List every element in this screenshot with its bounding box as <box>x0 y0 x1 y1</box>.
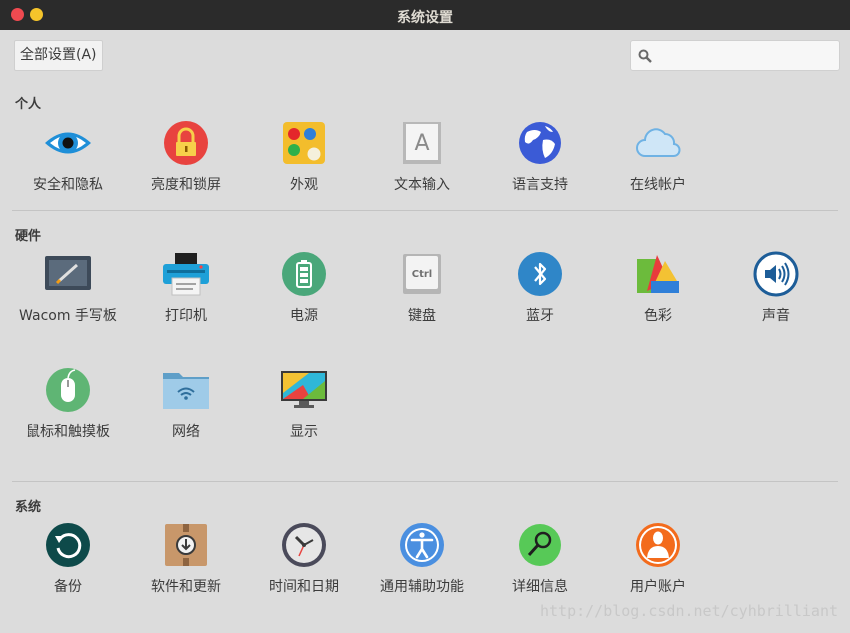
item-displays[interactable]: 显示 <box>249 367 359 444</box>
item-label: 在线帐户 <box>630 177 686 193</box>
item-brightness-lock[interactable]: 亮度和锁屏 <box>131 120 241 197</box>
accessibility-icon <box>397 522 447 568</box>
item-time-date[interactable]: 时间和日期 <box>249 522 359 599</box>
item-label: 电源 <box>290 308 318 324</box>
item-wacom-tablet[interactable]: Wacom 手写板 <box>13 251 123 328</box>
mouse-icon <box>43 367 93 413</box>
cloud-icon <box>633 120 683 166</box>
item-security-privacy[interactable]: 安全和隐私 <box>13 120 123 197</box>
item-user-accounts[interactable]: 用户账户 <box>603 522 713 599</box>
search-icon <box>638 49 652 63</box>
item-software-updates[interactable]: 软件和更新 <box>131 522 241 599</box>
sound-icon <box>751 251 801 297</box>
svg-text:Ctrl: Ctrl <box>412 269 432 280</box>
wacom-tablet-icon <box>43 251 93 297</box>
user-accounts-icon <box>633 522 683 568</box>
item-color[interactable]: 色彩 <box>603 251 713 328</box>
lock-icon <box>161 120 211 166</box>
item-keyboard[interactable]: Ctrl 键盘 <box>367 251 477 328</box>
item-label: 蓝牙 <box>526 308 554 324</box>
item-label: 详细信息 <box>512 579 568 595</box>
item-label: 键盘 <box>408 308 436 324</box>
details-icon <box>515 522 565 568</box>
watermark: http://blog.csdn.net/cyhbrilliant <box>539 602 838 620</box>
item-label: 安全和隐私 <box>33 177 103 193</box>
keyboard-icon: Ctrl <box>397 251 447 297</box>
item-label: 网络 <box>172 424 200 440</box>
item-universal-access[interactable]: 通用辅助功能 <box>367 522 477 599</box>
window-title: 系统设置 <box>397 10 453 26</box>
item-network[interactable]: 网络 <box>131 367 241 444</box>
section-divider <box>12 210 838 211</box>
item-label: 备份 <box>54 579 82 595</box>
item-label: 色彩 <box>644 308 672 324</box>
software-updates-icon <box>161 522 211 568</box>
printer-icon <box>161 251 211 297</box>
item-label: 亮度和锁屏 <box>151 177 221 193</box>
item-label: 文本输入 <box>394 177 450 193</box>
privacy-eye-icon <box>43 120 93 166</box>
item-label: 时间和日期 <box>269 579 339 595</box>
item-label: 软件和更新 <box>151 579 221 595</box>
globe-icon <box>515 120 565 166</box>
section-title-personal: 个人 <box>15 97 42 112</box>
item-label: 语言支持 <box>512 177 568 193</box>
section-title-hardware: 硬件 <box>15 229 42 244</box>
item-label: Wacom 手写板 <box>19 308 117 324</box>
appearance-icon <box>279 120 329 166</box>
section-divider <box>12 481 838 482</box>
item-backups[interactable]: 备份 <box>13 522 123 599</box>
text-entry-icon: A <box>397 120 447 166</box>
item-label: 通用辅助功能 <box>380 579 464 595</box>
item-power[interactable]: 电源 <box>249 251 359 328</box>
item-label: 鼠标和触摸板 <box>26 424 110 440</box>
section-title-system: 系统 <box>15 500 42 515</box>
bluetooth-icon <box>515 251 565 297</box>
item-label: 声音 <box>762 308 790 324</box>
item-mouse-touchpad[interactable]: 鼠标和触摸板 <box>13 367 123 444</box>
search-input[interactable] <box>630 40 840 71</box>
item-details[interactable]: 详细信息 <box>485 522 595 599</box>
title-bar: 系统设置 <box>0 0 850 30</box>
item-appearance[interactable]: 外观 <box>249 120 359 197</box>
item-bluetooth[interactable]: 蓝牙 <box>485 251 595 328</box>
item-printers[interactable]: 打印机 <box>131 251 241 328</box>
clock-icon <box>279 522 329 568</box>
backup-icon <box>43 522 93 568</box>
display-icon <box>279 367 329 413</box>
svg-text:A: A <box>414 131 429 156</box>
network-folder-icon <box>161 367 211 413</box>
item-text-entry[interactable]: A 文本输入 <box>367 120 477 197</box>
item-online-accounts[interactable]: 在线帐户 <box>603 120 713 197</box>
battery-icon <box>279 251 329 297</box>
item-label: 显示 <box>290 424 318 440</box>
item-language-support[interactable]: 语言支持 <box>485 120 595 197</box>
item-label: 用户账户 <box>630 579 686 595</box>
item-sound[interactable]: 声音 <box>721 251 831 328</box>
item-label: 外观 <box>290 177 318 193</box>
item-label: 打印机 <box>165 308 207 324</box>
all-settings-button[interactable]: 全部设置(A) <box>14 40 103 71</box>
color-icon <box>633 251 683 297</box>
